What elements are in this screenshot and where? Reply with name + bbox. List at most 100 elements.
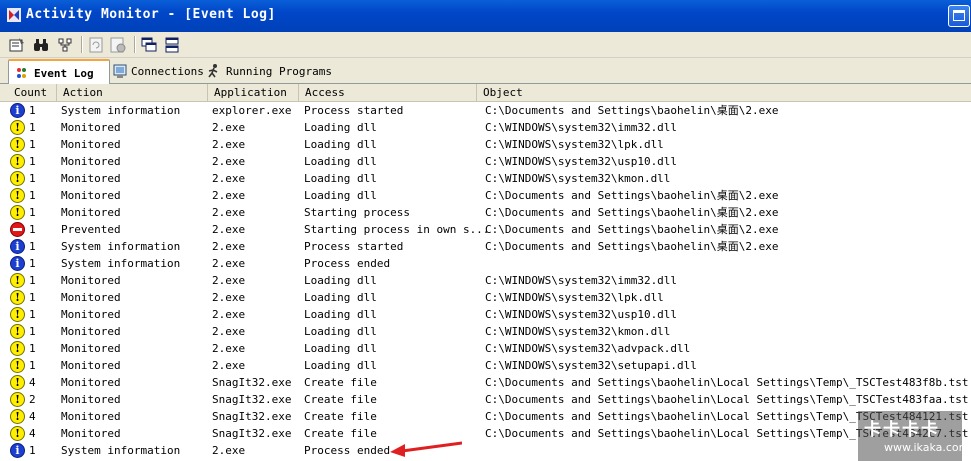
cell-access: Loading dll (304, 359, 377, 372)
column-header-object[interactable]: Object (477, 84, 971, 101)
table-row[interactable]: ! 4 Monitored SnagIt32.exe Create file C:\Doc… (0, 374, 971, 391)
app-icon (7, 8, 21, 22)
cell-action: System information (61, 240, 181, 253)
cell-object: C:\Documents and Settings\baohelin\桌面\2.… (485, 206, 779, 219)
cell-object: C:\Documents and Settings\baohelin\桌面\2.… (485, 223, 779, 236)
properties-button[interactable] (7, 35, 27, 54)
cell-access: Loading dll (304, 274, 377, 287)
tab-connections[interactable]: Connections (110, 60, 204, 82)
cell-count: 4 (29, 376, 36, 389)
cell-app: SnagIt32.exe (212, 376, 292, 389)
cell-app: SnagIt32.exe (212, 393, 292, 406)
table-row[interactable]: ! 4 Monitored SnagIt32.exe Create file C:\Doc… (0, 425, 971, 442)
warning-icon: ! (10, 392, 25, 407)
table-row[interactable]: ! 4 Monitored SnagIt32.exe Create file C:\Doc… (0, 408, 971, 425)
cell-action: Monitored (61, 291, 121, 304)
cell-action: Monitored (61, 325, 121, 338)
table-row[interactable]: 1 Prevented 2.exe Starting process in own s… (0, 221, 971, 238)
cell-count: 2 (29, 393, 36, 406)
prevented-icon (10, 222, 25, 237)
table-row[interactable]: ! 1 Monitored 2.exe Loading dll C:\WINDOWS\sy… (0, 153, 971, 170)
cell-app: 2.exe (212, 155, 246, 168)
warning-icon: ! (10, 307, 25, 322)
watermark: 卡卡卡卡 www.ikaka.com (858, 411, 969, 461)
table-row[interactable]: i 1 System information 2.exe Process started… (0, 238, 971, 255)
cell-action: Monitored (61, 393, 121, 406)
cell-app: 2.exe (212, 359, 246, 372)
cell-count: 1 (29, 104, 36, 117)
cell-action: System information (61, 257, 181, 270)
watermark-url: www.ikaka.com (884, 441, 970, 454)
settings-button[interactable] (108, 35, 128, 54)
cell-action: System information (61, 104, 181, 117)
table-row[interactable]: ! 1 Monitored 2.exe Loading dll C:\WINDOWS\sy… (0, 357, 971, 374)
cell-action: Monitored (61, 172, 121, 185)
filter-button[interactable] (55, 35, 75, 54)
cell-action: Monitored (61, 155, 121, 168)
table-row[interactable]: ! 1 Monitored 2.exe Loading dll C:\WINDOWS\sy… (0, 323, 971, 340)
title-bar[interactable]: Activity Monitor - [Event Log] (0, 0, 971, 32)
table-row[interactable]: ! 1 Monitored 2.exe Loading dll C:\WINDOWS\sy… (0, 306, 971, 323)
info-icon: i (10, 443, 25, 458)
cell-count: 1 (29, 138, 36, 151)
warning-icon: ! (10, 409, 25, 424)
cell-object: C:\Documents and Settings\baohelin\桌面\2.… (485, 104, 779, 117)
cell-app: 2.exe (212, 223, 246, 236)
cell-access: Create file (304, 393, 377, 406)
column-header-access[interactable]: Access (299, 84, 477, 101)
cell-app: 2.exe (212, 240, 246, 253)
cell-action: Monitored (61, 427, 121, 440)
table-row[interactable]: ! 1 Monitored 2.exe Loading dll C:\WINDOWS\sy… (0, 119, 971, 136)
warning-icon: ! (10, 137, 25, 152)
cell-count: 1 (29, 257, 36, 270)
cell-app: SnagIt32.exe (212, 410, 292, 423)
table-row[interactable]: ! 2 Monitored SnagIt32.exe Create file C:\Doc… (0, 391, 971, 408)
cell-app: explorer.exe (212, 104, 292, 117)
cell-count: 1 (29, 172, 36, 185)
cell-action: Monitored (61, 308, 121, 321)
cell-access: Loading dll (304, 189, 377, 202)
refresh-button[interactable] (86, 35, 106, 54)
cell-count: 1 (29, 189, 36, 202)
table-row[interactable]: i 1 System information explorer.exe Process … (0, 102, 971, 119)
cell-action: Monitored (61, 121, 121, 134)
watermark-logo: 卡卡卡卡 (864, 420, 940, 440)
cell-access: Loading dll (304, 138, 377, 151)
toolbar-separator (134, 36, 136, 53)
table-row[interactable]: ! 1 Monitored 2.exe Starting process C:\Docum… (0, 204, 971, 221)
column-header-action[interactable]: Action (57, 84, 208, 101)
cell-action: Monitored (61, 359, 121, 372)
cell-object: C:\WINDOWS\system32\lpk.dll (485, 291, 664, 304)
table-row[interactable]: ! 1 Monitored 2.exe Loading dll C:\WINDOWS\sy… (0, 136, 971, 153)
tab-running-programs[interactable]: Running Programs (206, 60, 332, 82)
table-row[interactable]: ! 1 Monitored 2.exe Loading dll C:\WINDOWS\sy… (0, 170, 971, 187)
cell-app: 2.exe (212, 274, 246, 287)
tile-windows-button[interactable] (162, 35, 182, 54)
table-row[interactable]: i 1 System information 2.exe Process ended (0, 442, 971, 459)
cell-access: Loading dll (304, 308, 377, 321)
cell-app: 2.exe (212, 206, 246, 219)
table-row[interactable]: i 1 System information 2.exe Process ended (0, 255, 971, 272)
cell-count: 1 (29, 291, 36, 304)
cell-count: 1 (29, 121, 36, 134)
warning-icon: ! (10, 358, 25, 373)
tile-windows-icon (165, 37, 179, 52)
tab-bar: Event Log Connections Running Programs (0, 58, 971, 85)
cell-action: Monitored (61, 189, 121, 202)
table-row[interactable]: ! 1 Monitored 2.exe Loading dll C:\Documents … (0, 187, 971, 204)
table-row[interactable]: ! 1 Monitored 2.exe Loading dll C:\WINDOWS\sy… (0, 289, 971, 306)
cell-action: Monitored (61, 206, 121, 219)
cell-app: 2.exe (212, 291, 246, 304)
table-row[interactable]: ! 1 Monitored 2.exe Loading dll C:\WINDOWS\sy… (0, 272, 971, 289)
column-header-application[interactable]: Application (208, 84, 299, 101)
cascade-windows-button[interactable] (139, 35, 159, 54)
cell-object: C:\Documents and Settings\baohelin\桌面\2.… (485, 189, 779, 202)
cell-action: Monitored (61, 376, 121, 389)
tab-event-log[interactable]: Event Log (8, 59, 110, 85)
warning-icon: ! (10, 426, 25, 441)
table-row[interactable]: ! 1 Monitored 2.exe Loading dll C:\WINDOWS\sy… (0, 340, 971, 357)
find-button[interactable] (31, 35, 51, 54)
maximize-button[interactable] (948, 5, 970, 27)
info-icon: i (10, 239, 25, 254)
column-header-count[interactable]: Count (8, 84, 57, 101)
